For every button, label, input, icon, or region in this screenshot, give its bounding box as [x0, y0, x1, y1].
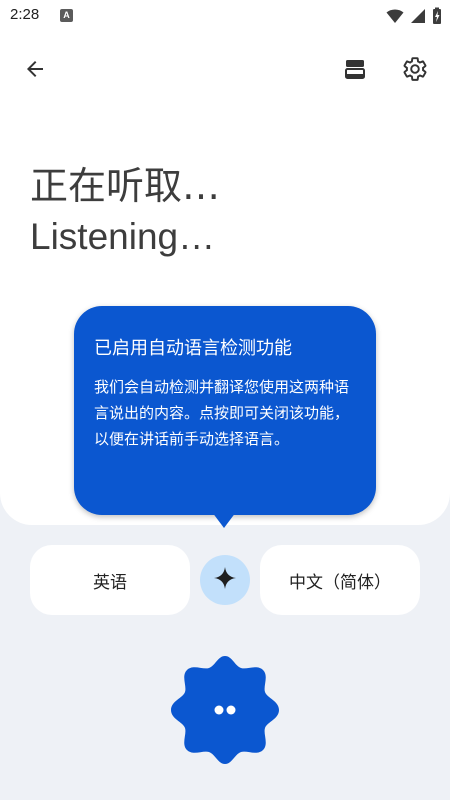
battery-charging-icon	[432, 7, 442, 25]
microphone-button[interactable]	[169, 654, 281, 766]
settings-button[interactable]	[398, 54, 432, 88]
tooltip-pointer	[212, 512, 236, 528]
settings-gear-icon	[402, 56, 428, 86]
status-icons	[386, 6, 442, 26]
notification-badge-icon: A	[60, 9, 73, 22]
cell-signal-icon	[410, 8, 426, 24]
listening-text-english: Listening…	[30, 216, 216, 257]
target-language-button[interactable]: 中文（简体）	[260, 545, 420, 615]
conversation-screen: 2:28 A 正在听取… Listening… 已启用自动语言检测功能 我们会自…	[0, 0, 450, 800]
source-language-button[interactable]: 英语	[30, 545, 190, 615]
tooltip-body: 我们会自动检测并翻译您使用这两种语言说出的内容。点按即可关闭该功能，以便在讲话前…	[94, 378, 350, 448]
sparkle-icon	[213, 566, 237, 594]
source-language-label: 英语	[93, 572, 127, 593]
mic-shape	[171, 656, 279, 764]
auto-detect-button[interactable]	[200, 555, 250, 605]
layout-toggle-icon	[343, 57, 367, 85]
auto-detect-tooltip[interactable]: 已启用自动语言检测功能 我们会自动检测并翻译您使用这两种语言说出的内容。点按即可…	[74, 306, 376, 515]
layout-toggle-button[interactable]	[338, 54, 372, 88]
arrow-back-icon	[23, 57, 47, 85]
back-button[interactable]	[18, 54, 52, 88]
status-time: 2:28	[10, 6, 40, 23]
target-language-label: 中文（简体）	[289, 572, 391, 593]
tooltip-title: 已启用自动语言检测功能	[94, 338, 292, 359]
status-bar: 2:28 A	[0, 0, 450, 32]
wifi-icon	[386, 8, 404, 24]
listening-text-chinese: 正在听取…	[30, 164, 221, 208]
